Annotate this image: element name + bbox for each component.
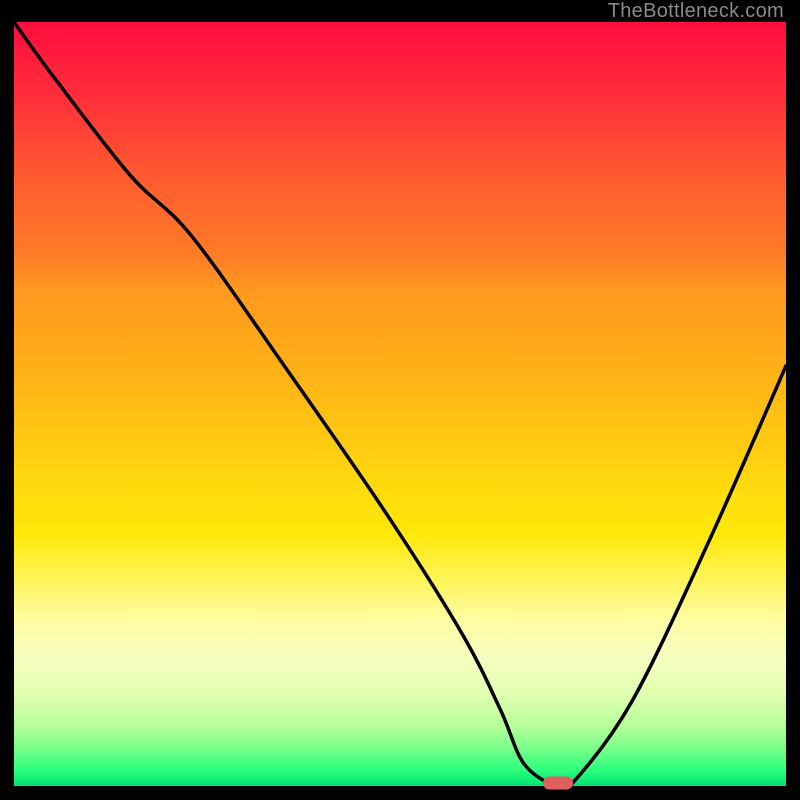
chart-curve	[14, 22, 786, 786]
watermark-text: TheBottleneck.com	[608, 0, 784, 23]
bottleneck-chart	[14, 22, 786, 786]
optimal-marker	[543, 777, 573, 790]
